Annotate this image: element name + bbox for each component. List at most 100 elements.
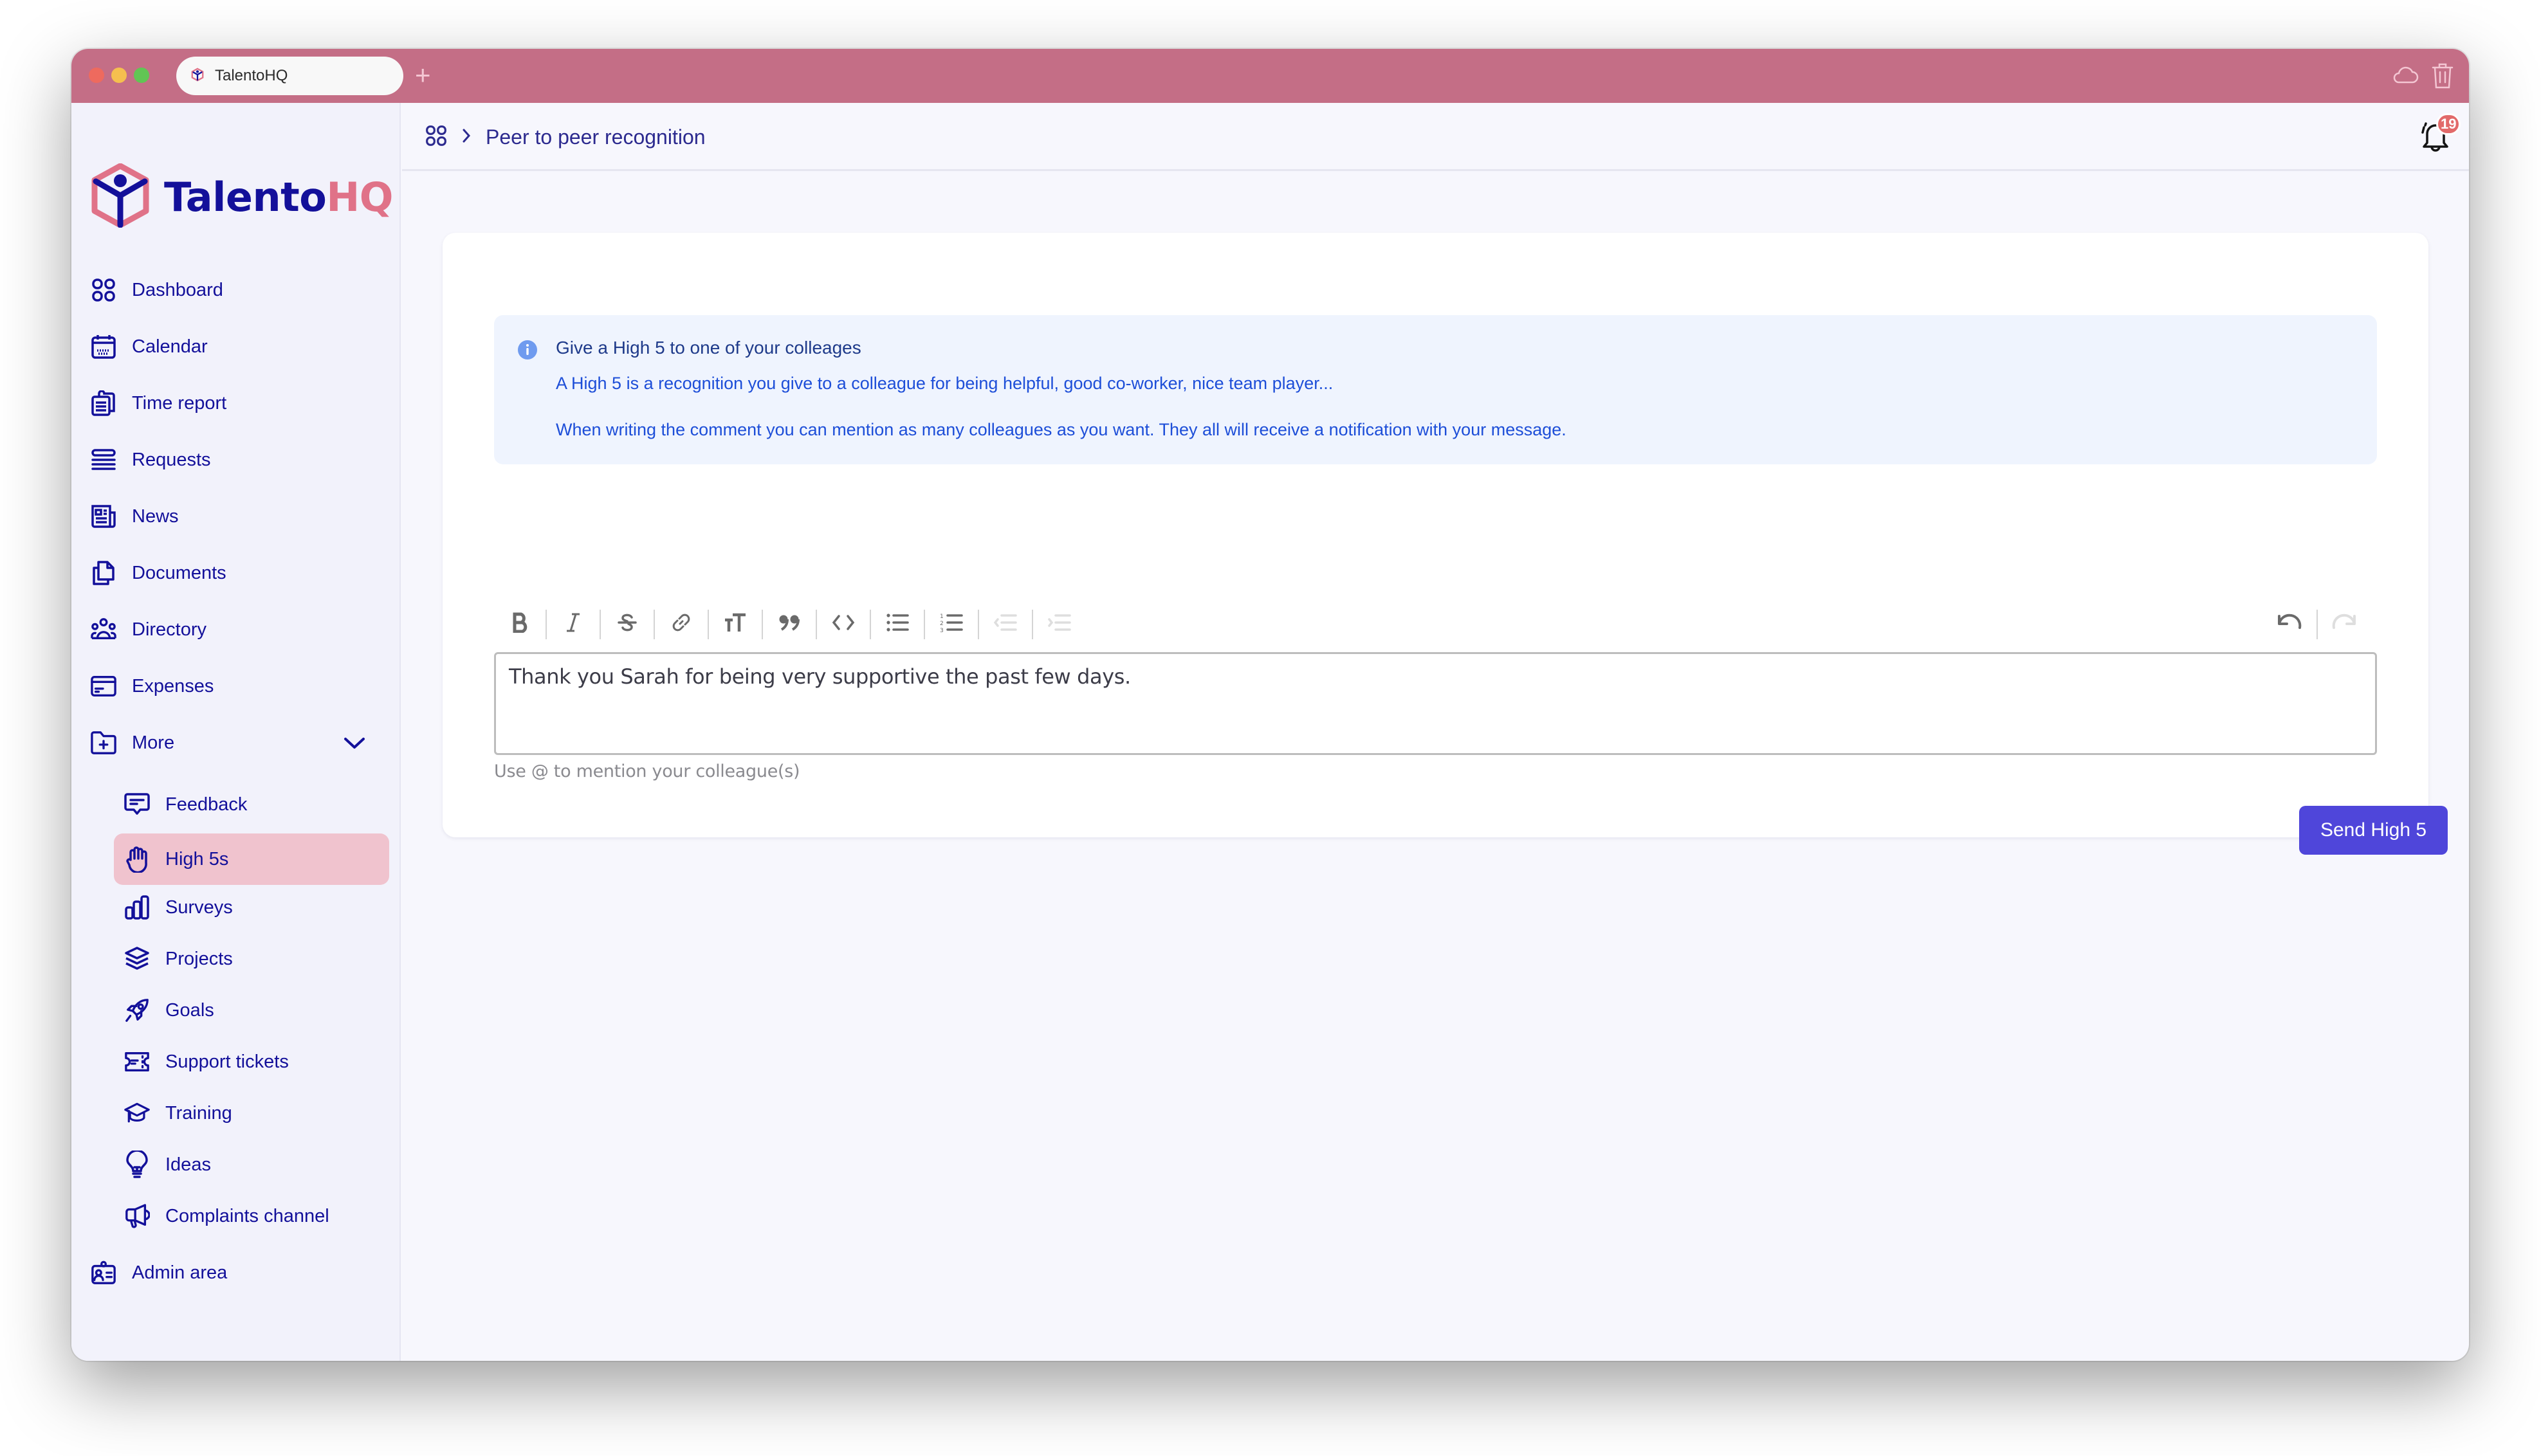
sidebar-item-label: Calendar <box>132 336 208 357</box>
sidebar-item-label: Admin area <box>132 1262 228 1283</box>
strikethrough-icon <box>618 612 637 636</box>
favicon-icon <box>190 68 205 85</box>
calendar-icon <box>91 334 116 359</box>
page-title: Peer to peer recognition <box>486 125 706 149</box>
high5-form-card: Give a High 5 to one of your colleages A… <box>443 233 2448 855</box>
new-tab-button[interactable]: + <box>415 58 431 93</box>
redo-button[interactable] <box>2318 603 2371 644</box>
sidebar-item-documents[interactable]: Documents <box>91 551 380 596</box>
sidebar-item-news[interactable]: News <box>91 494 380 539</box>
close-window-button[interactable] <box>89 68 104 83</box>
ordered-list-icon: 123 <box>940 612 963 636</box>
logo-text: TalentoHQ <box>164 174 393 221</box>
sidebar-item-surveys[interactable]: Surveys <box>114 885 389 930</box>
sidebar-item-high-5s[interactable]: High 5s <box>114 833 389 885</box>
blockquote-button[interactable] <box>763 603 816 644</box>
sidebar: TalentoHQ Dashboard Calendar Time report… <box>71 103 401 1361</box>
indent-button[interactable] <box>1033 603 1086 644</box>
sidebar-item-admin-area[interactable]: Admin area <box>91 1250 380 1295</box>
sidebar-item-feedback[interactable]: Feedback <box>114 782 389 827</box>
home-grid-icon[interactable] <box>425 125 447 150</box>
lightbulb-icon <box>124 1151 150 1178</box>
undo-icon <box>2277 614 2302 635</box>
minimize-window-button[interactable] <box>111 68 127 83</box>
list-icon <box>91 447 116 473</box>
id-badge-icon <box>91 1260 116 1286</box>
outdent-button[interactable] <box>979 603 1032 644</box>
sidebar-item-directory[interactable]: Directory <box>91 607 380 652</box>
trash-icon[interactable] <box>2431 62 2454 93</box>
quote-icon <box>778 614 800 635</box>
code-icon <box>832 614 855 635</box>
link-button[interactable] <box>655 603 708 644</box>
breadcrumb: Peer to peer recognition <box>425 125 706 150</box>
people-icon <box>91 617 116 642</box>
bullet-list-button[interactable] <box>871 603 924 644</box>
sidebar-item-goals[interactable]: Goals <box>114 988 389 1033</box>
undo-button[interactable] <box>2263 603 2316 644</box>
high5-message-editor[interactable]: Thank you Sarah for being very supportiv… <box>494 652 2377 755</box>
sidebar-item-support-tickets[interactable]: Support tickets <box>114 1039 389 1084</box>
graduation-cap-icon <box>124 1100 150 1126</box>
maximize-window-button[interactable] <box>134 68 149 83</box>
sidebar-item-label: Complaints channel <box>165 1205 329 1226</box>
sidebar-item-training[interactable]: Training <box>114 1091 389 1136</box>
sidebar-item-expenses[interactable]: Expenses <box>91 664 380 709</box>
svg-text:2: 2 <box>940 621 944 627</box>
chat-icon <box>124 792 150 817</box>
text-size-icon <box>724 612 747 636</box>
sidebar-item-label: Documents <box>132 562 226 583</box>
strikethrough-button[interactable] <box>601 603 654 644</box>
clipboard-icon <box>91 390 116 416</box>
sidebar-item-label: Time report <box>132 392 227 414</box>
sidebar-item-more[interactable]: More <box>91 720 380 765</box>
sidebar-item-label: Ideas <box>165 1154 211 1175</box>
rocket-icon <box>124 997 150 1023</box>
sidebar-item-ideas[interactable]: Ideas <box>114 1142 389 1187</box>
indent-icon <box>1048 613 1071 635</box>
chevron-down-icon[interactable] <box>343 732 366 759</box>
logo-icon <box>91 163 150 231</box>
sidebar-item-label: Surveys <box>165 896 233 918</box>
sidebar-item-label: Requests <box>132 449 211 470</box>
italic-icon <box>565 612 581 636</box>
sidebar-item-time-report[interactable]: Time report <box>91 381 380 426</box>
bold-button[interactable] <box>494 603 547 644</box>
ordered-list-button[interactable]: 123 <box>925 603 978 644</box>
sidebar-item-label: Dashboard <box>132 279 223 300</box>
sidebar-item-complaints-channel[interactable]: Complaints channel <box>114 1194 389 1239</box>
info-box: Give a High 5 to one of your colleages A… <box>494 315 2377 464</box>
newspaper-icon <box>91 504 116 529</box>
code-button[interactable] <box>817 603 870 644</box>
layers-icon <box>124 946 150 972</box>
documents-icon <box>91 560 116 586</box>
sidebar-item-label: Goals <box>165 999 214 1021</box>
cloud-icon[interactable] <box>2392 62 2419 91</box>
sidebar-item-dashboard[interactable]: Dashboard <box>91 268 380 313</box>
sidebar-item-label: Expenses <box>132 675 214 696</box>
sidebar-item-requests[interactable]: Requests <box>91 437 380 482</box>
send-high5-button[interactable]: Send High 5 <box>2299 806 2448 855</box>
grid-icon <box>91 277 116 303</box>
info-description: A High 5 is a recognition you give to a … <box>556 374 1334 393</box>
sidebar-item-label: Directory <box>132 619 207 640</box>
redo-icon <box>2331 614 2357 635</box>
sidebar-item-label: News <box>132 505 179 527</box>
chevron-right-icon <box>461 127 472 147</box>
tab-title: TalentoHQ <box>215 67 288 84</box>
browser-titlebar: TalentoHQ + <box>71 49 2469 103</box>
browser-window: TalentoHQ + TalentoHQ Dashboard Calendar… <box>71 49 2469 1361</box>
heading-button[interactable] <box>709 603 762 644</box>
info-title: Give a High 5 to one of your colleages <box>556 338 861 358</box>
sidebar-item-label: Projects <box>165 948 233 969</box>
bullet-list-icon <box>886 613 909 635</box>
browser-tab[interactable]: TalentoHQ <box>176 57 403 95</box>
sidebar-item-label: High 5s <box>165 848 229 869</box>
outdent-icon <box>993 613 1017 635</box>
sidebar-item-projects[interactable]: Projects <box>114 936 389 981</box>
sidebar-item-label: More <box>132 732 175 753</box>
sidebar-item-label: Feedback <box>165 794 248 815</box>
italic-button[interactable] <box>547 603 600 644</box>
sidebar-item-calendar[interactable]: Calendar <box>91 324 380 369</box>
logo[interactable]: TalentoHQ <box>91 163 393 231</box>
